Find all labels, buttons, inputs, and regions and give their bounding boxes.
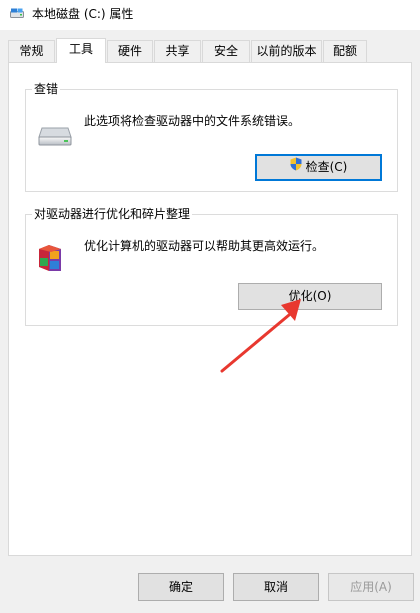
tab-hardware[interactable]: 硬件 [107,40,153,62]
tab-security[interactable]: 安全 [202,40,250,62]
hard-drive-icon [38,126,72,149]
cancel-button[interactable]: 取消 [233,573,319,601]
check-button[interactable]: 检查(C) [255,154,382,181]
red-arrow-icon [220,299,301,373]
optimize-title: 对驱动器进行优化和碎片整理 [32,206,193,222]
error-check-title: 查错 [32,81,61,97]
check-button-label: 检查(C) [305,160,348,174]
tab-general[interactable]: 常规 [8,40,55,62]
tab-sharing[interactable]: 共享 [154,40,201,62]
apply-button[interactable]: 应用(A) [328,573,414,601]
window-title: 本地磁盘 (C:) 属性 [32,7,134,21]
tab-previous-versions[interactable]: 以前的版本 [251,40,322,62]
error-check-group: 查错 此选项将检查驱动器中的文件系统错误。 检查(C) [25,81,398,192]
drive-icon [10,8,24,19]
tools-panel: 查错 此选项将检查驱动器中的文件系统错误。 检查(C) 对驱动器进行优化和碎片整… [8,62,412,556]
tab-quota[interactable]: 配额 [323,40,367,62]
tab-strip: 常规 工具 硬件 共享 安全 以前的版本 配额 [0,30,420,63]
optimize-group: 对驱动器进行优化和碎片整理 优化计算机的驱动器可以帮助其更高效运行。 优化(O) [25,206,398,326]
ok-button[interactable]: 确定 [138,573,224,601]
optimize-description: 优化计算机的驱动器可以帮助其更高效运行。 [84,239,325,253]
error-check-description: 此选项将检查驱动器中的文件系统错误。 [84,114,301,128]
tab-tools[interactable]: 工具 [56,38,106,63]
uac-shield-icon [290,156,302,178]
defrag-blocks-icon [36,241,66,278]
title-bar: 本地磁盘 (C:) 属性 [0,0,420,30]
